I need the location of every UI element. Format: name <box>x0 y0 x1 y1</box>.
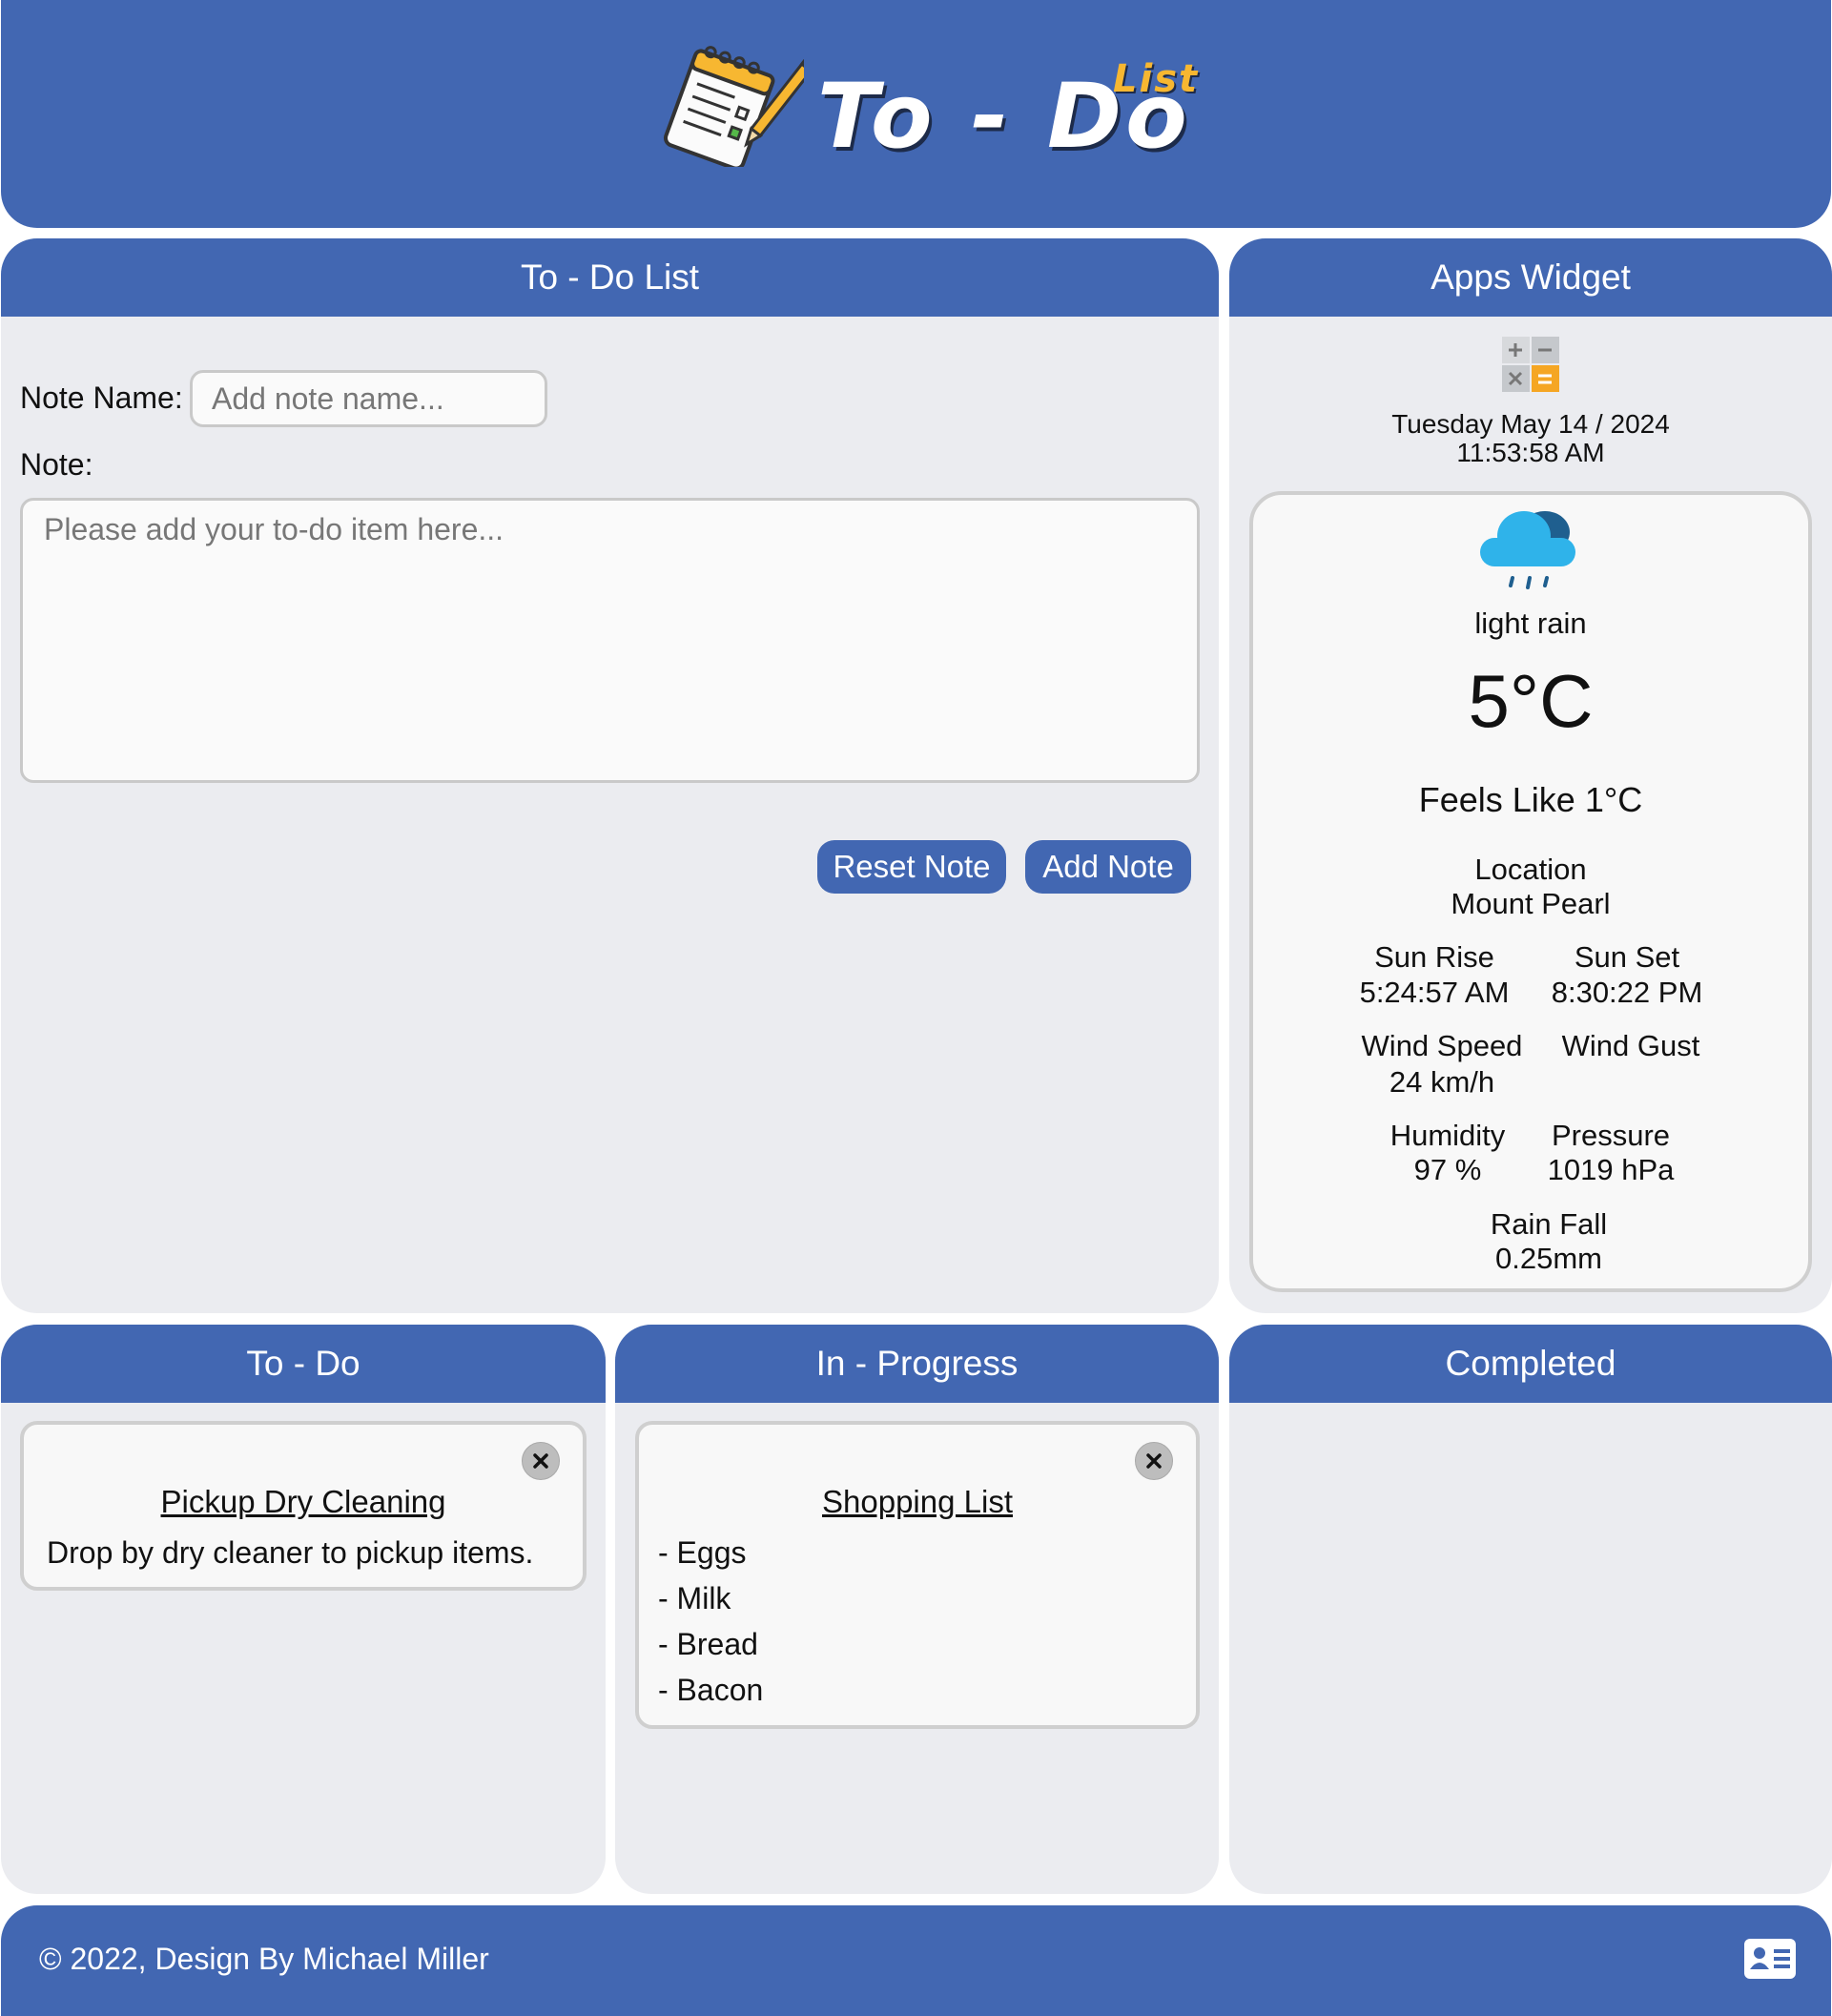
app-subtitle: List <box>1113 57 1200 101</box>
completed-column-heading: Completed <box>1229 1325 1832 1403</box>
add-note-button[interactable]: Add Note <box>1025 840 1191 894</box>
note-label: Note: <box>20 447 93 482</box>
rainfall-label: Rain Fall <box>1490 1207 1608 1241</box>
widget-date: Tuesday May 14 / 2024 <box>1391 409 1670 439</box>
weather-feels-like: Feels Like 1°C <box>1418 780 1643 819</box>
sunrise-value: 5:24:57 AM <box>1359 976 1510 1009</box>
note-body: Drop by dry cleaner to pickup items. <box>47 1535 534 1570</box>
weather-condition: light rain <box>1474 607 1587 640</box>
rainfall-value: 0.25mm <box>1495 1242 1602 1275</box>
note-name-input[interactable] <box>190 370 547 427</box>
location-label: Location <box>1474 853 1587 886</box>
apps-widget-heading: Apps Widget <box>1229 238 1832 317</box>
copyright-text: © 2022, Design By Michael Miller <box>39 1942 489 1976</box>
sunset-value: 8:30:22 PM <box>1551 976 1703 1009</box>
wind-speed-value: 24 km/h <box>1389 1065 1495 1099</box>
reset-note-button[interactable]: Reset Note <box>817 840 1006 894</box>
in-progress-column-heading: In - Progress <box>615 1325 1219 1403</box>
close-icon[interactable] <box>1135 1442 1173 1480</box>
notepad-pencil-icon <box>664 46 804 167</box>
sunrise-label: Sun Rise <box>1374 940 1494 974</box>
note-card[interactable]: Shopping List - Eggs - Milk - Bread - Ba… <box>635 1421 1200 1729</box>
note-title: Pickup Dry Cleaning <box>160 1484 446 1519</box>
calculator-icon[interactable] <box>1502 337 1559 392</box>
note-line: - Eggs <box>658 1535 747 1570</box>
humidity-value: 97 % <box>1413 1153 1482 1186</box>
close-icon[interactable] <box>522 1442 560 1480</box>
widget-time: 11:53:58 AM <box>1456 438 1605 467</box>
page-header: To - Do List <box>1 0 1831 228</box>
humidity-label: Humidity <box>1389 1119 1506 1152</box>
pressure-value: 1019 hPa <box>1547 1153 1675 1186</box>
contact-card-icon[interactable] <box>1744 1939 1796 1979</box>
completed-column: Completed <box>1229 1325 1832 1894</box>
sunset-label: Sun Set <box>1574 940 1680 974</box>
wind-gust-label: Wind Gust <box>1561 1029 1700 1062</box>
pressure-label: Pressure <box>1551 1119 1671 1152</box>
page-footer: © 2022, Design By Michael Miller <box>1 1905 1831 2016</box>
note-card[interactable]: Pickup Dry Cleaning Drop by dry cleaner … <box>20 1421 587 1591</box>
wind-speed-label: Wind Speed <box>1361 1029 1523 1062</box>
note-textarea[interactable] <box>20 498 1200 783</box>
note-line: - Bread <box>658 1627 758 1661</box>
todo-column-heading: To - Do <box>1 1325 606 1403</box>
weather-temperature: 5°C <box>1468 659 1594 743</box>
note-line: - Milk <box>658 1581 731 1615</box>
note-line: - Bacon <box>658 1673 764 1707</box>
location-value: Mount Pearl <box>1451 887 1611 920</box>
rain-cloud-icon <box>1480 511 1575 589</box>
todo-column: To - Do <box>1 1325 606 1894</box>
note-name-label: Note Name: <box>20 381 183 415</box>
todo-form-heading: To - Do List <box>1 238 1219 317</box>
note-title: Shopping List <box>822 1484 1013 1519</box>
